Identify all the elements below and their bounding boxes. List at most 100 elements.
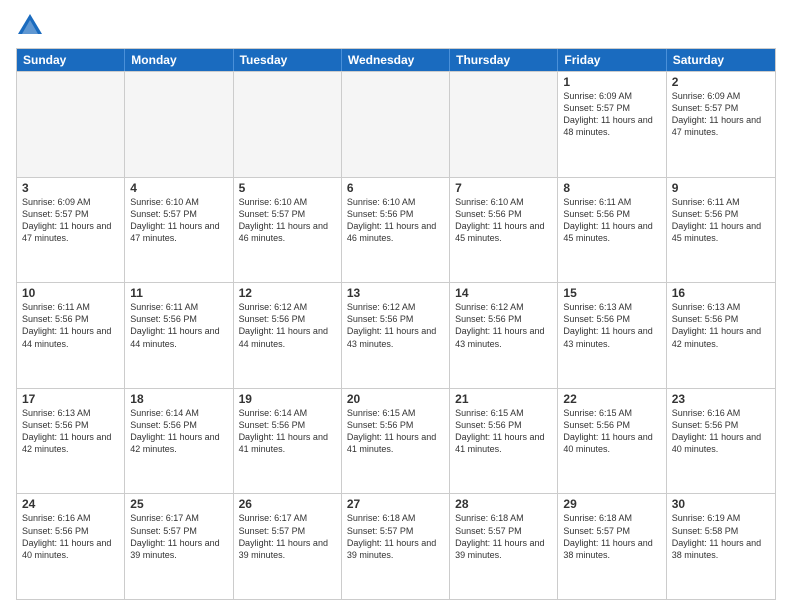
weekday-header-thursday: Thursday — [450, 49, 558, 71]
cell-info: Sunrise: 6:13 AMSunset: 5:56 PMDaylight:… — [672, 301, 770, 350]
calendar-cell: 25Sunrise: 6:17 AMSunset: 5:57 PMDayligh… — [125, 494, 233, 599]
day-number: 14 — [455, 286, 552, 300]
cell-info: Sunrise: 6:10 AMSunset: 5:57 PMDaylight:… — [239, 196, 336, 245]
logo-icon — [16, 12, 44, 40]
calendar-cell: 29Sunrise: 6:18 AMSunset: 5:57 PMDayligh… — [558, 494, 666, 599]
calendar-cell: 20Sunrise: 6:15 AMSunset: 5:56 PMDayligh… — [342, 389, 450, 494]
calendar-cell: 9Sunrise: 6:11 AMSunset: 5:56 PMDaylight… — [667, 178, 775, 283]
calendar-cell: 5Sunrise: 6:10 AMSunset: 5:57 PMDaylight… — [234, 178, 342, 283]
calendar-cell — [342, 72, 450, 177]
day-number: 28 — [455, 497, 552, 511]
calendar-row-5: 24Sunrise: 6:16 AMSunset: 5:56 PMDayligh… — [17, 493, 775, 599]
calendar-cell: 21Sunrise: 6:15 AMSunset: 5:56 PMDayligh… — [450, 389, 558, 494]
cell-info: Sunrise: 6:17 AMSunset: 5:57 PMDaylight:… — [130, 512, 227, 561]
header — [16, 12, 776, 40]
weekday-header-sunday: Sunday — [17, 49, 125, 71]
cell-info: Sunrise: 6:14 AMSunset: 5:56 PMDaylight:… — [239, 407, 336, 456]
day-number: 5 — [239, 181, 336, 195]
calendar-row-2: 3Sunrise: 6:09 AMSunset: 5:57 PMDaylight… — [17, 177, 775, 283]
calendar-cell — [450, 72, 558, 177]
weekday-header-wednesday: Wednesday — [342, 49, 450, 71]
day-number: 7 — [455, 181, 552, 195]
day-number: 11 — [130, 286, 227, 300]
cell-info: Sunrise: 6:12 AMSunset: 5:56 PMDaylight:… — [239, 301, 336, 350]
cell-info: Sunrise: 6:13 AMSunset: 5:56 PMDaylight:… — [563, 301, 660, 350]
day-number: 20 — [347, 392, 444, 406]
calendar-cell — [234, 72, 342, 177]
day-number: 4 — [130, 181, 227, 195]
cell-info: Sunrise: 6:09 AMSunset: 5:57 PMDaylight:… — [22, 196, 119, 245]
day-number: 19 — [239, 392, 336, 406]
calendar-cell: 1Sunrise: 6:09 AMSunset: 5:57 PMDaylight… — [558, 72, 666, 177]
calendar-cell: 19Sunrise: 6:14 AMSunset: 5:56 PMDayligh… — [234, 389, 342, 494]
cell-info: Sunrise: 6:12 AMSunset: 5:56 PMDaylight:… — [347, 301, 444, 350]
calendar-cell: 14Sunrise: 6:12 AMSunset: 5:56 PMDayligh… — [450, 283, 558, 388]
calendar-row-1: 1Sunrise: 6:09 AMSunset: 5:57 PMDaylight… — [17, 71, 775, 177]
calendar-cell: 27Sunrise: 6:18 AMSunset: 5:57 PMDayligh… — [342, 494, 450, 599]
page: SundayMondayTuesdayWednesdayThursdayFrid… — [0, 0, 792, 612]
calendar-row-4: 17Sunrise: 6:13 AMSunset: 5:56 PMDayligh… — [17, 388, 775, 494]
day-number: 26 — [239, 497, 336, 511]
day-number: 3 — [22, 181, 119, 195]
day-number: 24 — [22, 497, 119, 511]
cell-info: Sunrise: 6:18 AMSunset: 5:57 PMDaylight:… — [563, 512, 660, 561]
weekday-header-saturday: Saturday — [667, 49, 775, 71]
day-number: 27 — [347, 497, 444, 511]
logo — [16, 12, 48, 40]
cell-info: Sunrise: 6:09 AMSunset: 5:57 PMDaylight:… — [563, 90, 660, 139]
cell-info: Sunrise: 6:16 AMSunset: 5:56 PMDaylight:… — [672, 407, 770, 456]
cell-info: Sunrise: 6:15 AMSunset: 5:56 PMDaylight:… — [347, 407, 444, 456]
cell-info: Sunrise: 6:15 AMSunset: 5:56 PMDaylight:… — [563, 407, 660, 456]
calendar-row-3: 10Sunrise: 6:11 AMSunset: 5:56 PMDayligh… — [17, 282, 775, 388]
cell-info: Sunrise: 6:10 AMSunset: 5:56 PMDaylight:… — [347, 196, 444, 245]
weekday-header-monday: Monday — [125, 49, 233, 71]
day-number: 13 — [347, 286, 444, 300]
cell-info: Sunrise: 6:18 AMSunset: 5:57 PMDaylight:… — [455, 512, 552, 561]
calendar-cell: 26Sunrise: 6:17 AMSunset: 5:57 PMDayligh… — [234, 494, 342, 599]
day-number: 21 — [455, 392, 552, 406]
day-number: 30 — [672, 497, 770, 511]
cell-info: Sunrise: 6:12 AMSunset: 5:56 PMDaylight:… — [455, 301, 552, 350]
day-number: 29 — [563, 497, 660, 511]
calendar-cell: 7Sunrise: 6:10 AMSunset: 5:56 PMDaylight… — [450, 178, 558, 283]
day-number: 9 — [672, 181, 770, 195]
cell-info: Sunrise: 6:16 AMSunset: 5:56 PMDaylight:… — [22, 512, 119, 561]
day-number: 18 — [130, 392, 227, 406]
cell-info: Sunrise: 6:10 AMSunset: 5:57 PMDaylight:… — [130, 196, 227, 245]
day-number: 12 — [239, 286, 336, 300]
calendar-cell: 8Sunrise: 6:11 AMSunset: 5:56 PMDaylight… — [558, 178, 666, 283]
cell-info: Sunrise: 6:18 AMSunset: 5:57 PMDaylight:… — [347, 512, 444, 561]
calendar-cell: 16Sunrise: 6:13 AMSunset: 5:56 PMDayligh… — [667, 283, 775, 388]
cell-info: Sunrise: 6:13 AMSunset: 5:56 PMDaylight:… — [22, 407, 119, 456]
calendar-cell: 6Sunrise: 6:10 AMSunset: 5:56 PMDaylight… — [342, 178, 450, 283]
day-number: 8 — [563, 181, 660, 195]
cell-info: Sunrise: 6:14 AMSunset: 5:56 PMDaylight:… — [130, 407, 227, 456]
cell-info: Sunrise: 6:17 AMSunset: 5:57 PMDaylight:… — [239, 512, 336, 561]
calendar-cell: 11Sunrise: 6:11 AMSunset: 5:56 PMDayligh… — [125, 283, 233, 388]
calendar-cell: 4Sunrise: 6:10 AMSunset: 5:57 PMDaylight… — [125, 178, 233, 283]
weekday-header-friday: Friday — [558, 49, 666, 71]
calendar-cell: 3Sunrise: 6:09 AMSunset: 5:57 PMDaylight… — [17, 178, 125, 283]
calendar-cell — [125, 72, 233, 177]
day-number: 2 — [672, 75, 770, 89]
calendar-cell: 18Sunrise: 6:14 AMSunset: 5:56 PMDayligh… — [125, 389, 233, 494]
cell-info: Sunrise: 6:11 AMSunset: 5:56 PMDaylight:… — [22, 301, 119, 350]
day-number: 17 — [22, 392, 119, 406]
calendar-cell: 28Sunrise: 6:18 AMSunset: 5:57 PMDayligh… — [450, 494, 558, 599]
calendar-cell: 12Sunrise: 6:12 AMSunset: 5:56 PMDayligh… — [234, 283, 342, 388]
calendar-cell: 15Sunrise: 6:13 AMSunset: 5:56 PMDayligh… — [558, 283, 666, 388]
calendar-header: SundayMondayTuesdayWednesdayThursdayFrid… — [17, 49, 775, 71]
calendar-cell: 10Sunrise: 6:11 AMSunset: 5:56 PMDayligh… — [17, 283, 125, 388]
day-number: 1 — [563, 75, 660, 89]
day-number: 10 — [22, 286, 119, 300]
calendar-cell — [17, 72, 125, 177]
day-number: 23 — [672, 392, 770, 406]
day-number: 22 — [563, 392, 660, 406]
cell-info: Sunrise: 6:11 AMSunset: 5:56 PMDaylight:… — [130, 301, 227, 350]
calendar-cell: 2Sunrise: 6:09 AMSunset: 5:57 PMDaylight… — [667, 72, 775, 177]
weekday-header-tuesday: Tuesday — [234, 49, 342, 71]
cell-info: Sunrise: 6:11 AMSunset: 5:56 PMDaylight:… — [672, 196, 770, 245]
cell-info: Sunrise: 6:09 AMSunset: 5:57 PMDaylight:… — [672, 90, 770, 139]
calendar-cell: 22Sunrise: 6:15 AMSunset: 5:56 PMDayligh… — [558, 389, 666, 494]
cell-info: Sunrise: 6:19 AMSunset: 5:58 PMDaylight:… — [672, 512, 770, 561]
